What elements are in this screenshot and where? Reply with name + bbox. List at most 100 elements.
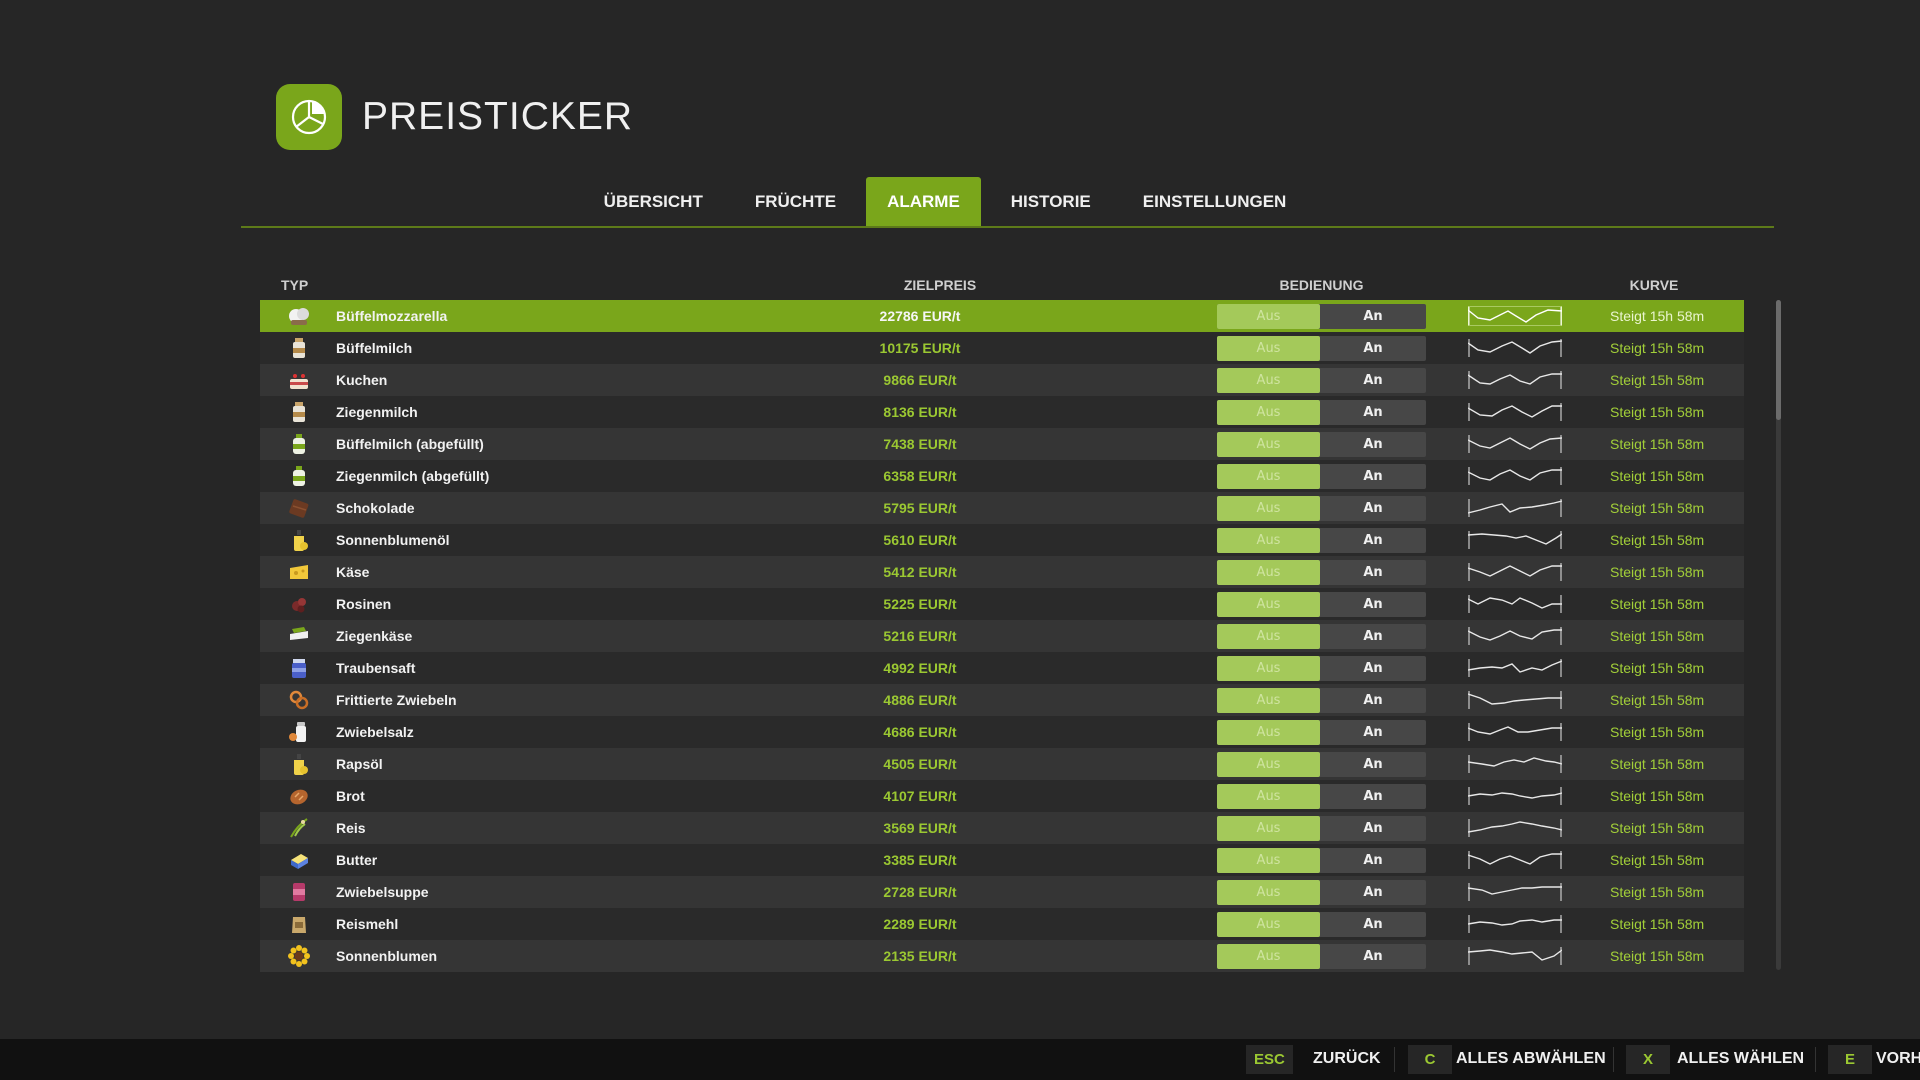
toggle-off-button[interactable]: Aus — [1217, 688, 1320, 713]
toggle-on-button[interactable]: An — [1320, 592, 1426, 617]
table-row[interactable]: Sonnenblumen 2135 EUR/t Aus An Steigt 15h 58… — [260, 940, 1744, 972]
deselect-all-button[interactable]: ALLES ABWÄHLEN — [1456, 1050, 1606, 1068]
alarm-toggle[interactable]: Aus An — [1217, 592, 1426, 617]
toggle-off-button[interactable]: Aus — [1217, 560, 1320, 585]
toggle-off-button[interactable]: Aus — [1217, 528, 1320, 553]
toggle-on-button[interactable]: An — [1320, 304, 1426, 329]
alarm-toggle[interactable]: Aus An — [1217, 944, 1426, 969]
alarm-toggle[interactable]: Aus An — [1217, 336, 1426, 361]
tab-historie[interactable]: HISTORIE — [985, 177, 1117, 227]
table-row[interactable]: Ziegenmilch (abgefüllt) 6358 EUR/t Aus An St… — [260, 460, 1744, 492]
toggle-off-button[interactable]: Aus — [1217, 848, 1320, 873]
alarm-toggle[interactable]: Aus An — [1217, 784, 1426, 809]
toggle-off-button[interactable]: Aus — [1217, 720, 1320, 745]
table-row[interactable]: Traubensaft 4992 EUR/t Aus An Steigt 15h 58m — [260, 652, 1744, 684]
toggle-on-button[interactable]: An — [1320, 912, 1426, 937]
previous-button[interactable]: VORH — [1876, 1050, 1920, 1068]
table-row[interactable]: Büffelmilch 10175 EUR/t Aus An Steigt 15h 58… — [260, 332, 1744, 364]
alarm-toggle[interactable]: Aus An — [1217, 368, 1426, 393]
toggle-on-button[interactable]: An — [1320, 784, 1426, 809]
scrollbar[interactable] — [1776, 300, 1781, 970]
alarm-toggle[interactable]: Aus An — [1217, 912, 1426, 937]
toggle-off-button[interactable]: Aus — [1217, 816, 1320, 841]
toggle-off-button[interactable]: Aus — [1217, 432, 1320, 457]
toggle-on-button[interactable]: An — [1320, 624, 1426, 649]
toggle-off-button[interactable]: Aus — [1217, 304, 1320, 329]
alarm-toggle[interactable]: Aus An — [1217, 848, 1426, 873]
alarm-toggle[interactable]: Aus An — [1217, 816, 1426, 841]
toggle-on-button[interactable]: An — [1320, 848, 1426, 873]
toggle-off-button[interactable]: Aus — [1217, 656, 1320, 681]
alarm-toggle[interactable]: Aus An — [1217, 720, 1426, 745]
table-row[interactable]: Ziegenmilch 8136 EUR/t Aus An Steigt 15h 58m — [260, 396, 1744, 428]
alarm-toggle[interactable]: Aus An — [1217, 624, 1426, 649]
table-row[interactable]: Käse 5412 EUR/t Aus An Steigt 15h 58m — [260, 556, 1744, 588]
toggle-off-button[interactable]: Aus — [1217, 496, 1320, 521]
tab-uebersicht[interactable]: ÜBERSICHT — [578, 177, 729, 227]
scrollbar-thumb[interactable] — [1776, 300, 1781, 420]
table-row[interactable]: Rapsöl 4505 EUR/t Aus An Steigt 15h 58m — [260, 748, 1744, 780]
price-sparkline — [1468, 627, 1562, 645]
toggle-on-button[interactable]: An — [1320, 560, 1426, 585]
toggle-on-button[interactable]: An — [1320, 720, 1426, 745]
toggle-on-button[interactable]: An — [1320, 688, 1426, 713]
table-row[interactable]: Zwiebelsuppe 2728 EUR/t Aus An Steigt 15h 58… — [260, 876, 1744, 908]
toggle-on-button[interactable]: An — [1320, 464, 1426, 489]
toggle-off-button[interactable]: Aus — [1217, 592, 1320, 617]
table-row[interactable]: Rosinen 5225 EUR/t Aus An Steigt 15h 58m — [260, 588, 1744, 620]
back-button[interactable]: ZURÜCK — [1313, 1050, 1381, 1068]
toggle-off-button[interactable]: Aus — [1217, 624, 1320, 649]
toggle-off-button[interactable]: Aus — [1217, 912, 1320, 937]
alarm-toggle[interactable]: Aus An — [1217, 752, 1426, 777]
toggle-off-button[interactable]: Aus — [1217, 464, 1320, 489]
esc-key-hint[interactable]: ESC — [1246, 1045, 1293, 1074]
toggle-off-button[interactable]: Aus — [1217, 400, 1320, 425]
e-key-hint[interactable]: E — [1828, 1045, 1872, 1074]
toggle-on-button[interactable]: An — [1320, 368, 1426, 393]
alarm-toggle[interactable]: Aus An — [1217, 464, 1426, 489]
toggle-off-button[interactable]: Aus — [1217, 752, 1320, 777]
toggle-on-button[interactable]: An — [1320, 336, 1426, 361]
alarm-toggle[interactable]: Aus An — [1217, 304, 1426, 329]
select-all-button[interactable]: ALLES WÄHLEN — [1677, 1050, 1804, 1068]
table-row[interactable]: Ziegenkäse 5216 EUR/t Aus An Steigt 15h 58m — [260, 620, 1744, 652]
alarm-toggle[interactable]: Aus An — [1217, 496, 1426, 521]
toggle-on-button[interactable]: An — [1320, 816, 1426, 841]
toggle-on-button[interactable]: An — [1320, 400, 1426, 425]
toggle-on-button[interactable]: An — [1320, 528, 1426, 553]
toggle-off-button[interactable]: Aus — [1217, 944, 1320, 969]
table-row[interactable]: Büffelmilch (abgefüllt) 7438 EUR/t Aus An St… — [260, 428, 1744, 460]
x-key-hint[interactable]: X — [1626, 1045, 1670, 1074]
alarm-toggle[interactable]: Aus An — [1217, 400, 1426, 425]
alarm-toggle[interactable]: Aus An — [1217, 880, 1426, 905]
alarm-toggle[interactable]: Aus An — [1217, 528, 1426, 553]
toggle-on-button[interactable]: An — [1320, 432, 1426, 457]
table-row[interactable]: Reismehl 2289 EUR/t Aus An Steigt 15h 58m — [260, 908, 1744, 940]
toggle-off-button[interactable]: Aus — [1217, 368, 1320, 393]
c-key-hint[interactable]: C — [1408, 1045, 1452, 1074]
table-row[interactable]: Sonnenblumenöl 5610 EUR/t Aus An Steigt 15h … — [260, 524, 1744, 556]
table-row[interactable]: Reis 3569 EUR/t Aus An Steigt 15h 58m — [260, 812, 1744, 844]
table-row[interactable]: Zwiebelsalz 4686 EUR/t Aus An Steigt 15h 58m — [260, 716, 1744, 748]
toggle-off-button[interactable]: Aus — [1217, 880, 1320, 905]
tab-fruechte[interactable]: FRÜCHTE — [729, 177, 862, 227]
tab-einstellungen[interactable]: EINSTELLUNGEN — [1117, 177, 1313, 227]
toggle-on-button[interactable]: An — [1320, 880, 1426, 905]
tab-alarme[interactable]: ALARME — [866, 177, 981, 227]
table-row[interactable]: Schokolade 5795 EUR/t Aus An Steigt 15h 58m — [260, 492, 1744, 524]
table-row[interactable]: Frittierte Zwiebeln 4886 EUR/t Aus An Steigt… — [260, 684, 1744, 716]
table-row[interactable]: Butter 3385 EUR/t Aus An Steigt 15h 58m — [260, 844, 1744, 876]
alarm-toggle[interactable]: Aus An — [1217, 656, 1426, 681]
table-row[interactable]: Brot 4107 EUR/t Aus An Steigt 15h 58m — [260, 780, 1744, 812]
table-row[interactable]: Büffelmozzarella 22786 EUR/t Aus An Steigt 1… — [260, 300, 1744, 332]
toggle-off-button[interactable]: Aus — [1217, 336, 1320, 361]
toggle-on-button[interactable]: An — [1320, 496, 1426, 521]
toggle-on-button[interactable]: An — [1320, 656, 1426, 681]
toggle-on-button[interactable]: An — [1320, 944, 1426, 969]
table-row[interactable]: Kuchen 9866 EUR/t Aus An Steigt 15h 58m — [260, 364, 1744, 396]
alarm-toggle[interactable]: Aus An — [1217, 688, 1426, 713]
toggle-on-button[interactable]: An — [1320, 752, 1426, 777]
alarm-toggle[interactable]: Aus An — [1217, 432, 1426, 457]
alarm-toggle[interactable]: Aus An — [1217, 560, 1426, 585]
toggle-off-button[interactable]: Aus — [1217, 784, 1320, 809]
